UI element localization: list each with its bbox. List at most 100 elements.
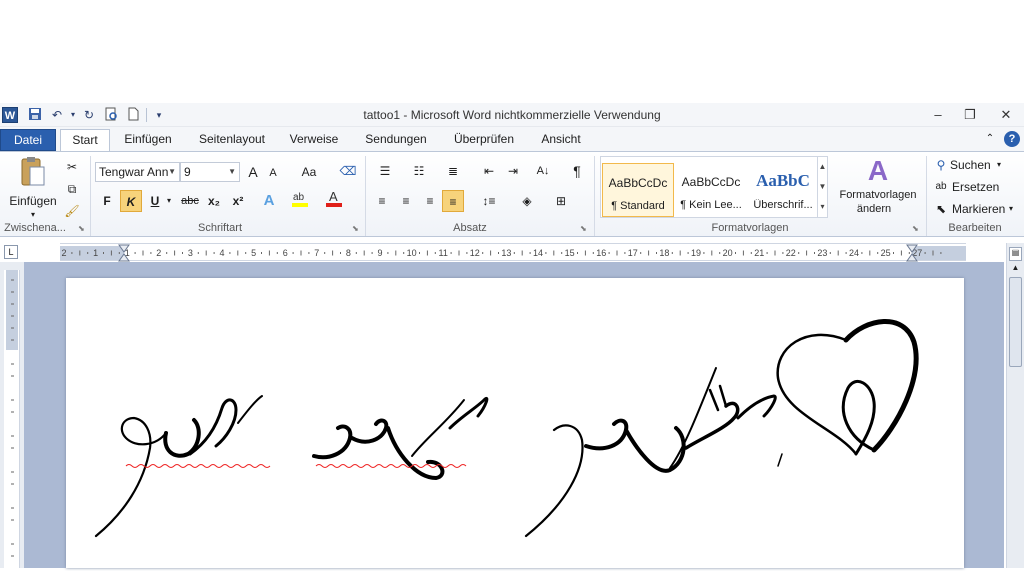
align-left-icon[interactable]: ≡ bbox=[372, 190, 392, 212]
ruler-label: 21 bbox=[754, 248, 764, 258]
multilevel-list-icon[interactable]: ≣ bbox=[440, 160, 466, 182]
shrink-font-icon[interactable]: A bbox=[264, 162, 282, 184]
binoculars-icon[interactable]: ⚲ bbox=[932, 154, 950, 176]
redo-icon[interactable]: ↻ bbox=[80, 107, 98, 123]
clear-formatting-icon[interactable]: ⌫ bbox=[338, 160, 358, 182]
font-name-field[interactable]: Tengwar Ann ▼ bbox=[95, 162, 180, 182]
scroll-up-icon[interactable]: ▲ bbox=[1009, 263, 1022, 275]
ruler-label: 20 bbox=[723, 248, 733, 258]
bullets-icon[interactable]: ☰ bbox=[372, 160, 398, 182]
grow-font-icon[interactable]: A bbox=[244, 161, 262, 183]
font-name-value: Tengwar Ann bbox=[99, 165, 169, 179]
font-color-icon[interactable]: A bbox=[324, 188, 344, 210]
find-button[interactable]: Suchen bbox=[950, 154, 1000, 176]
styles-launcher-icon[interactable]: ⬊ bbox=[912, 224, 922, 234]
style-sample: AaBbC bbox=[756, 171, 810, 190]
ruler-label: 7 bbox=[314, 248, 319, 258]
change-styles-line2[interactable]: ändern bbox=[846, 202, 902, 224]
find-dropdown-icon[interactable]: ▾ bbox=[994, 154, 1004, 176]
ruler-label: 10 bbox=[407, 248, 417, 258]
minimize-ribbon-icon[interactable]: ⌃ bbox=[982, 129, 998, 151]
ruler-label: 15 bbox=[565, 248, 575, 258]
tab-insert[interactable]: Einfügen bbox=[114, 129, 182, 151]
tab-selector[interactable]: L bbox=[4, 245, 18, 259]
style-heading[interactable]: AaBbC Überschrif... bbox=[747, 163, 819, 217]
strikethrough-button[interactable]: abc bbox=[178, 190, 202, 212]
close-button[interactable]: ✕ bbox=[992, 105, 1020, 125]
copy-icon[interactable]: ⧉ bbox=[62, 178, 82, 200]
save-icon[interactable] bbox=[26, 107, 44, 123]
select-dropdown-icon[interactable]: ▾ bbox=[1006, 198, 1016, 220]
ruler-toggle-icon[interactable]: ▤ bbox=[1009, 247, 1022, 261]
sort-icon[interactable]: A↓ bbox=[532, 160, 554, 182]
horizontal-ruler[interactable]: 2 1 1 2 3 4 5 6 7 8 9 10 11 12 13 14 15 16 17 18 19 20 21 22 23 2… bbox=[60, 243, 966, 262]
underline-button[interactable]: U bbox=[146, 190, 164, 212]
scroll-thumb[interactable] bbox=[1009, 277, 1022, 367]
style-no-spacing[interactable]: AaBbCcDc ¶ Kein Lee... bbox=[675, 163, 747, 217]
help-icon[interactable]: ? bbox=[1004, 131, 1020, 147]
replace-button[interactable]: Ersetzen bbox=[952, 176, 1008, 198]
tab-page-layout[interactable]: Seitenlayout bbox=[190, 129, 274, 151]
align-right-icon[interactable]: ≡ bbox=[420, 190, 440, 212]
select-cursor-icon[interactable]: ⬉ bbox=[932, 198, 950, 220]
ruler-label: 8 bbox=[346, 248, 351, 258]
tab-mailings[interactable]: Sendungen bbox=[356, 129, 436, 151]
paste-icon[interactable] bbox=[10, 156, 54, 192]
vertical-ruler[interactable] bbox=[4, 270, 20, 568]
shading-icon[interactable]: ◈ bbox=[514, 190, 540, 212]
underline-dropdown-icon[interactable]: ▾ bbox=[164, 190, 174, 212]
subscript-button[interactable]: x₂ bbox=[204, 190, 224, 212]
tab-review[interactable]: Überprüfen bbox=[444, 129, 524, 151]
decrease-indent-icon[interactable]: ⇤ bbox=[478, 160, 500, 182]
tab-view[interactable]: Ansicht bbox=[532, 129, 590, 151]
numbering-icon[interactable]: ☷ bbox=[406, 160, 432, 182]
style-sample: AaBbCcDc bbox=[608, 176, 668, 190]
tab-file[interactable]: Datei bbox=[0, 129, 56, 151]
cut-icon[interactable]: ✂ bbox=[62, 156, 82, 178]
paragraph-launcher-icon[interactable]: ⬊ bbox=[580, 224, 590, 234]
new-document-icon[interactable] bbox=[124, 107, 142, 123]
font-launcher-icon[interactable]: ⬊ bbox=[352, 224, 362, 234]
line-spacing-icon[interactable]: ↕≡ bbox=[476, 190, 502, 212]
group-separator bbox=[594, 156, 595, 236]
select-button[interactable]: Markieren bbox=[952, 198, 1010, 220]
ruler-label: 5 bbox=[251, 248, 256, 258]
word-app-icon[interactable]: W bbox=[2, 107, 18, 123]
document-page[interactable] bbox=[66, 278, 964, 568]
justify-icon[interactable]: ≡ bbox=[442, 190, 464, 212]
ruler-label: 16 bbox=[596, 248, 606, 258]
customize-qat-icon[interactable]: ▾ bbox=[150, 107, 168, 123]
ruler-label: 1 bbox=[93, 248, 98, 258]
style-name: Überschrif... bbox=[753, 199, 813, 211]
ruler-label: 22 bbox=[786, 248, 796, 258]
show-marks-button[interactable]: ¶ bbox=[566, 160, 588, 182]
increase-indent-icon[interactable]: ⇥ bbox=[502, 160, 524, 182]
minimize-button[interactable]: – bbox=[924, 105, 952, 125]
maximize-button[interactable]: ❐ bbox=[956, 105, 984, 125]
highlight-icon[interactable]: ab bbox=[290, 188, 310, 210]
style-standard[interactable]: AaBbCcDc ¶ Standard bbox=[602, 163, 674, 217]
print-preview-icon[interactable] bbox=[102, 107, 120, 123]
change-styles-icon[interactable]: A bbox=[858, 154, 898, 188]
styles-scroll[interactable]: ▲ ▼ ▾ bbox=[817, 157, 827, 217]
align-center-icon[interactable]: ≡ bbox=[396, 190, 416, 212]
paragraph-group-label: Absatz bbox=[453, 222, 487, 234]
change-case-button[interactable]: Aa bbox=[296, 161, 322, 183]
font-size-field[interactable]: 9 ▼ bbox=[180, 162, 240, 182]
ruler-label: 13 bbox=[501, 248, 511, 258]
format-painter-icon[interactable]: 🖌 bbox=[62, 200, 82, 222]
ruler-label: 9 bbox=[377, 248, 382, 258]
italic-button[interactable]: K bbox=[120, 190, 142, 212]
text-effects-icon[interactable]: A bbox=[258, 190, 280, 212]
superscript-button[interactable]: x² bbox=[228, 190, 248, 212]
chevron-down-icon: ▼ bbox=[228, 167, 236, 176]
replace-icon[interactable]: ab bbox=[932, 176, 950, 198]
bold-button[interactable]: F bbox=[98, 190, 116, 212]
borders-icon[interactable]: ⊞ bbox=[548, 190, 574, 212]
tab-references[interactable]: Verweise bbox=[282, 129, 346, 151]
clipboard-launcher-icon[interactable]: ⬊ bbox=[78, 224, 88, 234]
font-size-value: 9 bbox=[184, 165, 191, 179]
tab-start[interactable]: Start bbox=[60, 129, 110, 152]
editing-group-label: Bearbeiten bbox=[948, 222, 1002, 234]
vertical-scrollbar[interactable]: ▤ ▲ bbox=[1006, 243, 1024, 568]
